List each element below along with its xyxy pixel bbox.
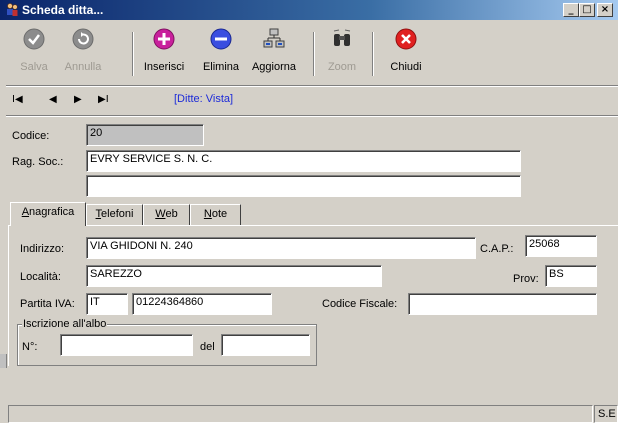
tab-anagrafica[interactable]: Anagrafica: [10, 202, 86, 226]
piva-country-field[interactable]: IT: [86, 293, 128, 315]
close-icon: [395, 28, 417, 50]
background-window-edge: [0, 354, 7, 368]
zoom-label: Zoom: [327, 61, 357, 73]
check-icon: [23, 28, 45, 50]
codice-fiscale-label: Codice Fiscale:: [322, 298, 398, 310]
zoom-button[interactable]: Zoom: [322, 28, 362, 82]
codice-field[interactable]: 20: [86, 124, 204, 146]
tab-anagrafica-label: Anagrafica: [21, 206, 75, 218]
undo-icon: [72, 28, 94, 50]
people-app-icon: [7, 3, 18, 16]
close-window-button[interactable]: ×: [597, 3, 613, 17]
chiudi-button[interactable]: Chiudi: [384, 28, 428, 82]
elimina-button[interactable]: Elimina: [199, 28, 243, 82]
chiudi-label: Chiudi: [390, 61, 422, 73]
annulla-button[interactable]: Annulla: [60, 28, 106, 82]
salva-button[interactable]: Salva: [14, 28, 54, 82]
tab-telefoni[interactable]: Telefoni: [86, 204, 143, 226]
network-icon: [263, 28, 285, 48]
localita-field[interactable]: SAREZZO: [86, 265, 382, 287]
next-record-button[interactable]: ▶: [74, 94, 82, 105]
salva-label: Salva: [20, 61, 48, 73]
piva-label: Partita IVA:: [20, 298, 75, 310]
minimize-button[interactable]: _: [563, 3, 579, 17]
tab-web[interactable]: Web: [143, 204, 190, 226]
status-panel-right: S.E: [594, 405, 618, 423]
inserisci-label: Inserisci: [143, 61, 185, 73]
last-record-button[interactable]: ▶I: [98, 94, 109, 105]
tab-web-label: Web: [155, 208, 178, 220]
codice-fiscale-field[interactable]: [408, 293, 597, 315]
cap-field[interactable]: 25068: [525, 235, 597, 257]
inserisci-button[interactable]: Inserisci: [139, 28, 189, 82]
indirizzo-label: Indirizzo:: [20, 243, 65, 255]
albo-del-field[interactable]: [221, 334, 310, 356]
albo-group-label: Iscrizione all'albo: [22, 318, 108, 330]
prov-field[interactable]: BS: [545, 265, 597, 287]
first-record-button[interactable]: I◀: [12, 94, 23, 105]
ragsoc-field[interactable]: EVRY SERVICE S. N. C.: [86, 150, 521, 172]
status-panel-main: [8, 405, 593, 423]
record-status: [Ditte: Vista]: [174, 93, 234, 105]
window-title: Scheda ditta...: [22, 3, 104, 17]
albo-num-label: N°:: [22, 341, 38, 353]
localita-label: Località:: [20, 271, 61, 283]
elimina-label: Elimina: [202, 61, 240, 73]
aggiorna-label: Aggiorna: [251, 61, 297, 73]
tab-note-label: Note: [203, 208, 228, 220]
ragsoc-label: Rag. Soc.:: [12, 156, 64, 168]
piva-field[interactable]: 01224364860: [132, 293, 272, 315]
annulla-label: Annulla: [64, 61, 102, 73]
albo-num-field[interactable]: [60, 334, 193, 356]
minus-icon: [210, 28, 232, 50]
prev-record-button[interactable]: ◀: [49, 94, 57, 105]
prov-label: Prov:: [513, 273, 539, 285]
tab-note[interactable]: Note: [190, 204, 241, 226]
cap-label: C.A.P.:: [480, 243, 514, 255]
indirizzo-field[interactable]: VIA GHIDONI N. 240: [86, 237, 476, 259]
codice-label: Codice:: [12, 130, 50, 142]
tab-telefoni-label: Telefoni: [95, 208, 134, 220]
maximize-button[interactable]: □: [579, 3, 595, 17]
binoculars-icon: [333, 29, 351, 46]
aggiorna-button[interactable]: Aggiorna: [249, 28, 299, 82]
plus-icon: [153, 28, 175, 50]
ragsoc2-field[interactable]: [86, 175, 521, 197]
albo-del-label: del: [200, 341, 215, 353]
